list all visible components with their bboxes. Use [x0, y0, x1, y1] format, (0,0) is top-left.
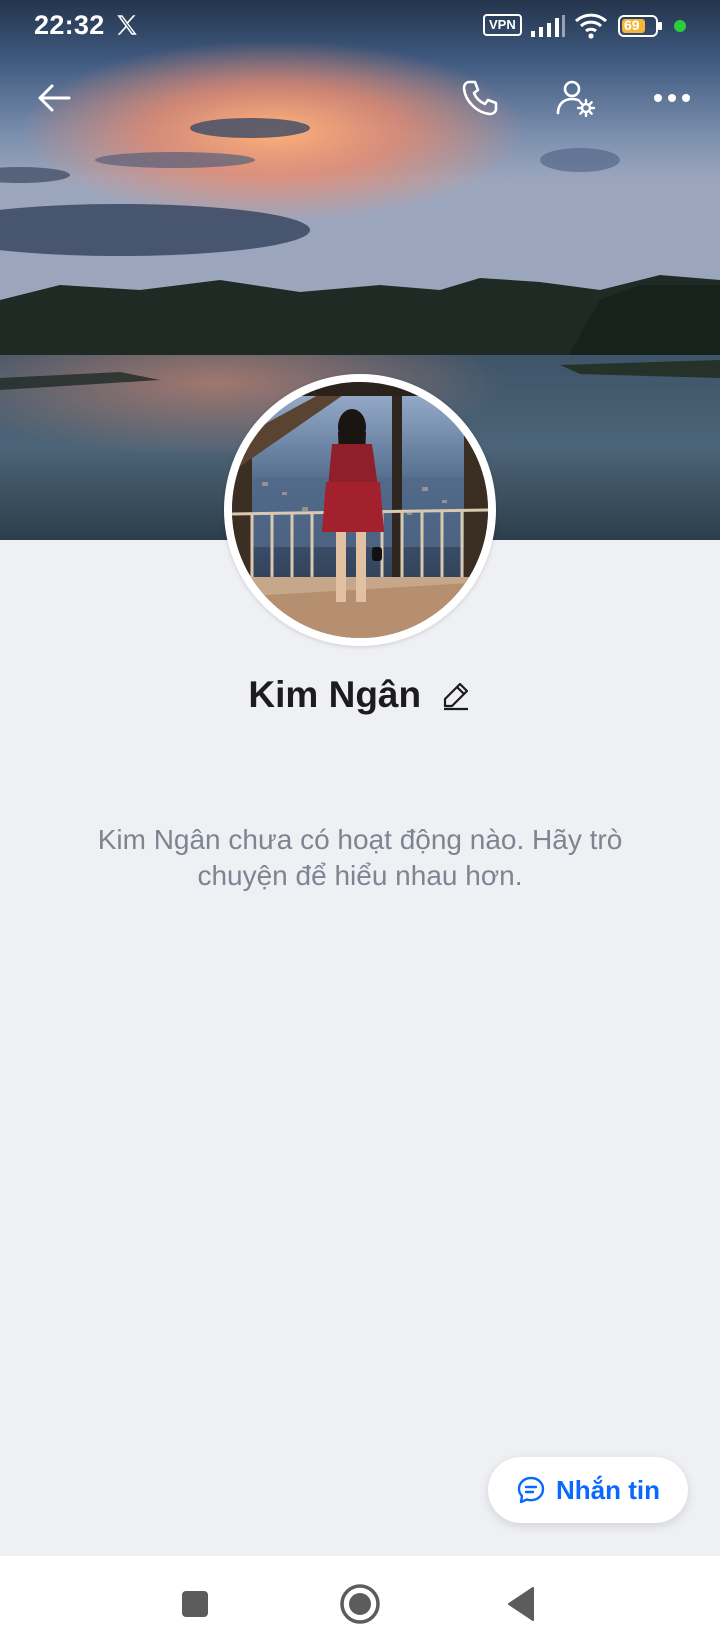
notification-dot-icon [674, 20, 686, 32]
more-options-button[interactable] [644, 70, 700, 126]
more-dots-icon [654, 94, 690, 102]
status-time: 22:32 [34, 10, 105, 40]
message-button[interactable]: Nhắn tin [488, 1457, 688, 1523]
avatar-photo [232, 382, 488, 638]
profile-name-row: Kim Ngân [0, 674, 720, 716]
x-logo-icon [117, 15, 137, 35]
circle-home-icon [340, 1584, 380, 1624]
chat-bubble-icon [517, 1476, 545, 1504]
recents-button[interactable] [173, 1582, 217, 1626]
battery-icon: 69 [618, 14, 664, 38]
back-arrow-icon [38, 84, 71, 112]
back-button[interactable] [26, 70, 82, 126]
system-nav-bar [0, 1556, 720, 1650]
wifi-icon [574, 13, 608, 39]
profile-name: Kim Ngân [248, 674, 422, 715]
message-button-label: Nhắn tin [556, 1474, 660, 1505]
avatar[interactable] [224, 374, 496, 646]
call-button[interactable] [452, 70, 508, 126]
square-recents-icon [182, 1591, 208, 1617]
edit-pencil-icon[interactable] [440, 679, 472, 711]
system-back-button[interactable] [500, 1582, 544, 1626]
signal-icon [531, 15, 565, 37]
home-button[interactable] [338, 1582, 382, 1626]
vpn-icon: VPN [483, 14, 522, 36]
status-bar: 22:32 VPN 69 [0, 0, 720, 52]
triangle-back-icon [508, 1587, 534, 1621]
empty-activity-text: Kim Ngân chưa có hoạt động nào. Hãy trò … [97, 824, 623, 891]
battery-level: 69 [624, 17, 640, 33]
user-settings-icon [556, 80, 596, 118]
user-settings-button[interactable] [548, 70, 604, 126]
phone-icon [462, 80, 498, 116]
